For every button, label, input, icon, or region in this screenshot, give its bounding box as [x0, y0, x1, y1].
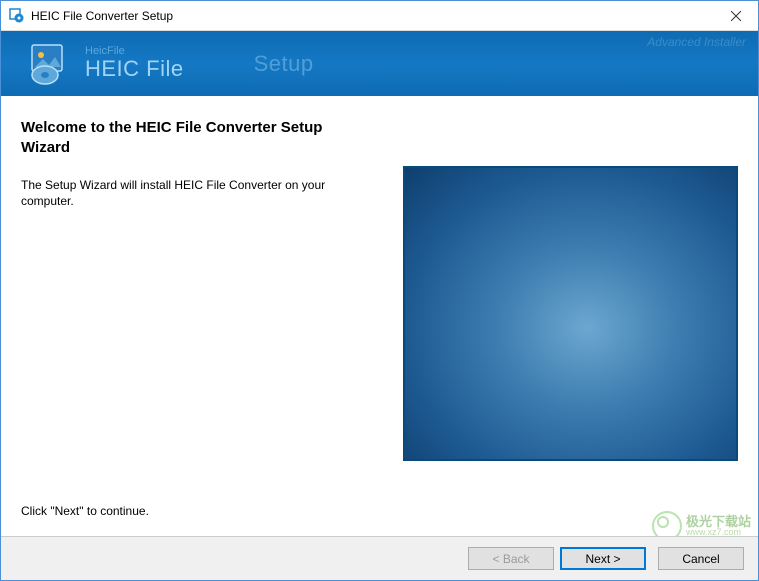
banner-setup-label: Setup [254, 51, 314, 77]
banner-title: HEIC File [85, 57, 184, 81]
continue-text: Click "Next" to continue. [21, 504, 373, 518]
banner-advanced-installer: Advanced Installer [647, 35, 746, 49]
preview-image [403, 166, 738, 461]
banner-title-group: HeicFile HEIC File [85, 45, 184, 81]
banner-icon [29, 43, 71, 85]
window-title: HEIC File Converter Setup [31, 9, 173, 23]
banner: HeicFile HEIC File Setup Advanced Instal… [1, 31, 758, 96]
titlebar: HEIC File Converter Setup [1, 1, 758, 31]
next-button[interactable]: Next > [560, 547, 646, 570]
right-panel [403, 118, 738, 518]
content-area: Welcome to the HEIC File Converter Setup… [1, 96, 758, 536]
description-text: The Setup Wizard will install HEIC File … [21, 177, 373, 211]
app-icon [9, 8, 25, 24]
left-panel: Welcome to the HEIC File Converter Setup… [21, 118, 403, 518]
back-button: < Back [468, 547, 554, 570]
button-bar: < Back Next > Cancel [1, 536, 758, 580]
close-button[interactable] [713, 1, 758, 30]
welcome-heading: Welcome to the HEIC File Converter Setup… [21, 118, 373, 159]
cancel-button[interactable]: Cancel [658, 547, 744, 570]
